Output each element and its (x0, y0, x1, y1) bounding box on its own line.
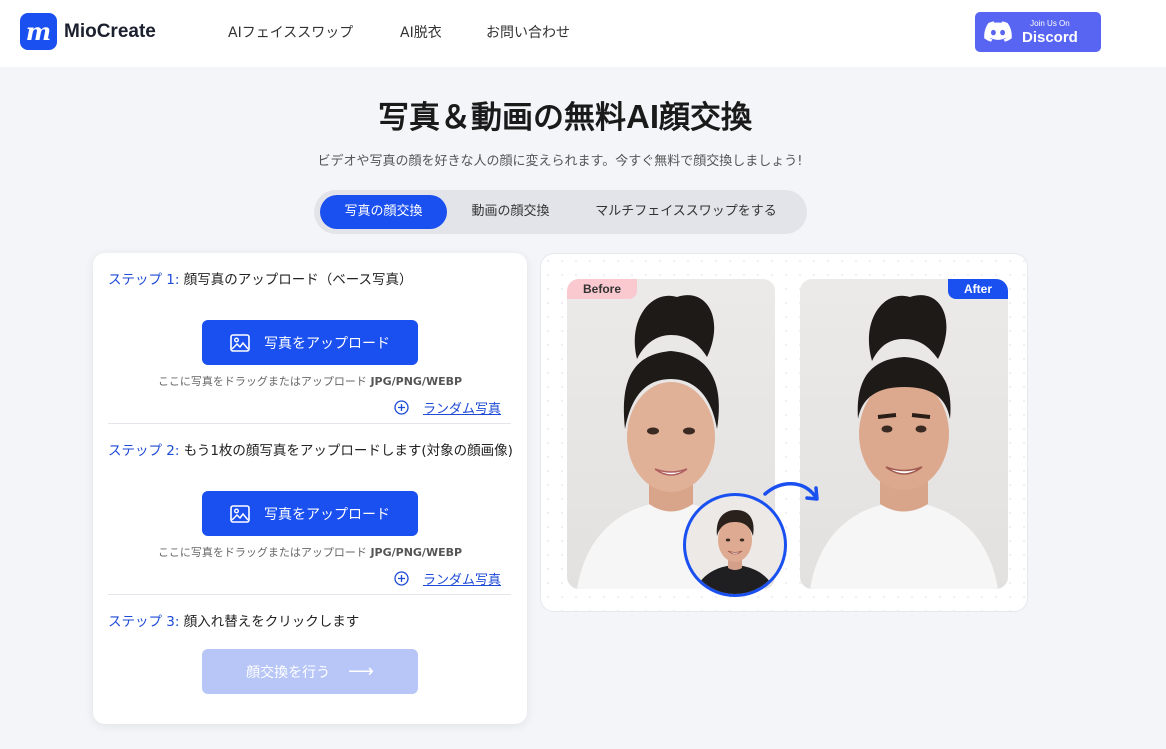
step-1-number: ステップ 1: (108, 272, 180, 288)
upload-panel: ステップ 1: 顔写真のアップロード（ベース写真） 写真をアップロード ここに写… (93, 253, 527, 724)
upload-hint-1-text: ここに写真をドラッグまたはアップロード (157, 375, 367, 388)
random-photo-link-1[interactable]: ランダム写真 (394, 398, 501, 417)
after-photo: After (800, 279, 1008, 589)
arrow-right-icon: ⟶ (348, 661, 374, 682)
site-header: m MioCreate AIフェイススワップ AI脱衣 お問い合わせ Join … (0, 0, 1166, 67)
tab-photo-face-swap[interactable]: 写真の顔交換 (320, 195, 447, 229)
curved-arrow-icon (763, 482, 819, 501)
title-part-1: 写真＆動画の無料 (378, 100, 626, 136)
source-face-circle (683, 493, 787, 597)
random-photo-label-2: ランダム写真 (423, 573, 502, 588)
tab-video-face-swap[interactable]: 動画の顔交換 (454, 195, 567, 229)
discord-label: Join Us On Discord (1022, 18, 1078, 46)
discord-icon (984, 21, 1012, 42)
discord-button[interactable]: Join Us On Discord (975, 12, 1101, 52)
step-1-title: ステップ 1: 顔写真のアップロード（ベース写真） (108, 270, 513, 291)
step-3-number: ステップ 3: (108, 614, 180, 630)
upload-formats-2: JPG/PNG/WEBP (370, 546, 463, 559)
upload-target-photo-label: 写真をアップロード (264, 506, 390, 523)
title-part-ai: AI (626, 98, 659, 135)
upload-base-photo-label: 写真をアップロード (264, 335, 390, 352)
upload-hint-1: ここに写真をドラッグまたはアップロード JPG/PNG/WEBP (93, 373, 527, 389)
divider (108, 594, 511, 595)
swapped-portrait-image (810, 295, 998, 589)
step-3-text: 顔入れ替えをクリックします (179, 614, 360, 630)
title-part-2: 顔交換 (659, 100, 752, 136)
nav-ai-undress[interactable]: AI脱衣 (400, 22, 442, 42)
man-portrait-image (694, 510, 776, 594)
before-badge: Before (567, 279, 638, 299)
step-3-title: ステップ 3: 顔入れ替えをクリックします (108, 612, 513, 633)
nav-contact[interactable]: お問い合わせ (486, 22, 570, 42)
image-icon (230, 504, 250, 523)
step-1-text: 顔写真のアップロード（ベース写真） (179, 272, 413, 288)
plus-circle-icon (394, 571, 409, 586)
discord-big-text: Discord (1022, 28, 1078, 46)
step-2-title: ステップ 2: もう1枚の顔写真をアップロードします(対象の顔画像) (108, 441, 513, 462)
upload-hint-2: ここに写真をドラッグまたはアップロード JPG/PNG/WEBP (93, 544, 527, 560)
upload-hint-2-text: ここに写真をドラッグまたはアップロード (157, 546, 367, 559)
logo-icon: m (20, 13, 57, 50)
discord-small-text: Join Us On (1030, 18, 1070, 28)
upload-base-photo-button[interactable]: 写真をアップロード (202, 320, 418, 365)
plus-circle-icon (394, 400, 409, 415)
random-photo-link-2[interactable]: ランダム写真 (394, 569, 501, 588)
step-2-number: ステップ 2: (108, 443, 180, 459)
image-icon (230, 333, 250, 352)
mode-tabs: 写真の顔交換 動画の顔交換 マルチフェイススワップをする (314, 190, 807, 234)
example-preview: Before After (540, 253, 1028, 612)
upload-formats-1: JPG/PNG/WEBP (370, 375, 463, 388)
face-swap-label: 顔交換を行う (246, 664, 331, 681)
divider (108, 423, 511, 424)
brand-name: MioCreate (64, 20, 156, 42)
page-title: 写真＆動画の無料AI顔交換 (0, 92, 1130, 137)
after-badge: After (947, 279, 1008, 299)
step-2-text: もう1枚の顔写真をアップロードします(対象の顔画像) (179, 443, 513, 459)
tab-multi-face-swap[interactable]: マルチフェイススワップをする (576, 195, 796, 229)
nav-ai-face-swap[interactable]: AIフェイススワップ (228, 22, 353, 42)
random-photo-label-1: ランダム写真 (423, 402, 502, 417)
page-subtitle: ビデオや写真の顔を好きな人の顔に変えられます。今すぐ無料で顔交換しましょう! (317, 154, 803, 169)
logo[interactable]: m MioCreate (20, 13, 156, 50)
upload-target-photo-button[interactable]: 写真をアップロード (202, 491, 418, 536)
face-swap-button[interactable]: 顔交換を行う ⟶ (202, 649, 418, 694)
